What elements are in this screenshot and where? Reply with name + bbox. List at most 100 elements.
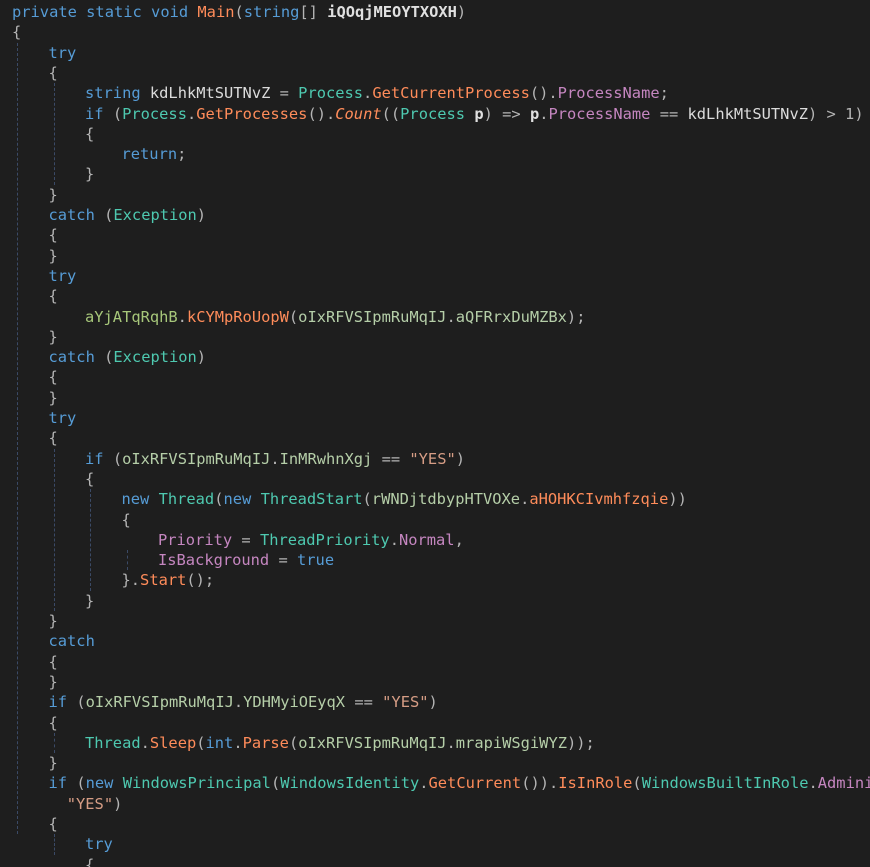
code-token: { (12, 23, 22, 42)
code-line: } (85, 164, 94, 184)
code-line: IsBackground = true (158, 550, 334, 570)
code-line: aYjATqRqhB.kCYMpRoUopW(oIxRFVSIpmRuMqIJ.… (85, 307, 585, 327)
code-token: == (345, 693, 383, 712)
code-token: ) => (483, 104, 530, 123)
code-token: ( (196, 733, 206, 752)
code-line: { (49, 814, 58, 834)
code-token: ) (196, 348, 207, 367)
code-token: . (186, 104, 197, 123)
code-token: new (121, 490, 150, 509)
code-line: { (12, 22, 21, 42)
code-token: == (650, 104, 688, 123)
code-token: { (48, 226, 58, 245)
code-token: { (48, 63, 58, 82)
code-token: } (48, 185, 58, 204)
code-line: } (49, 185, 58, 205)
code-token: ) (113, 794, 123, 813)
code-token: return (121, 145, 178, 164)
code-token: catch (48, 206, 95, 224)
code-token: [] (299, 3, 328, 21)
code-token: , (454, 530, 464, 549)
code-token: . (446, 307, 456, 326)
code-token: ( (288, 733, 299, 752)
code-editor[interactable]: private static void Main(string[] iQOqjM… (0, 0, 870, 867)
code-line: { (49, 713, 58, 733)
code-line: { (49, 63, 58, 83)
code-token: } (48, 672, 58, 691)
code-token: ( (103, 449, 123, 468)
code-line: } (49, 753, 58, 773)
code-token: ( (94, 206, 114, 224)
code-token: . (363, 84, 373, 103)
code-token: . (389, 530, 399, 549)
code-line: } (49, 327, 58, 347)
code-token: = (232, 530, 260, 549)
code-token: "YES" (409, 449, 456, 468)
code-token: . (270, 449, 280, 468)
code-token: try (48, 409, 77, 427)
code-token: if (85, 449, 104, 468)
code-line: catch (Exception) (49, 205, 207, 225)
code-token: try (48, 266, 77, 285)
code-token: . (520, 490, 530, 509)
code-token: } (48, 246, 58, 265)
code-line: return; (122, 144, 187, 164)
code-token: { (48, 713, 58, 732)
code-token: Parse (242, 733, 289, 752)
indent-guide (126, 550, 128, 571)
code-token: ) (455, 449, 466, 468)
code-token: } (48, 754, 58, 773)
code-token: . (233, 693, 244, 712)
code-token: ( (67, 693, 86, 712)
code-token: oIxRFVSIpmRuMqIJ (298, 733, 447, 752)
code-token: ThreadPriority (259, 530, 390, 549)
indent-guide (53, 83, 55, 185)
code-token: ) > 1) (807, 104, 864, 123)
code-token: catch (48, 632, 95, 651)
code-token: { (48, 368, 58, 387)
code-token: { (48, 287, 58, 306)
code-token: ( (103, 104, 123, 123)
code-token: kCYMpRoUopW (186, 307, 289, 326)
code-line: } (49, 388, 58, 408)
code-token: . (539, 104, 549, 123)
code-token: . (233, 733, 243, 752)
code-line: Priority = ThreadPriority.Normal, (158, 530, 464, 550)
code-token: kdLhkMtSUTNvZ (149, 84, 271, 103)
code-token: YDHMyiOEyqX (243, 693, 346, 712)
code-line: new Thread(new ThreadStart(rWNDjtdbypHTV… (122, 489, 687, 509)
code-line: try (85, 834, 113, 854)
code-line: if (new WindowsPrincipal(WindowsIdentity… (49, 773, 870, 793)
code-line: try (49, 408, 77, 428)
code-token: = (269, 551, 298, 570)
code-token: == (372, 449, 410, 468)
code-token: WindowsBuiltInRole (641, 774, 809, 793)
code-token: Priority (158, 530, 233, 549)
code-token: ; (659, 84, 669, 103)
code-token: { (85, 124, 95, 143)
code-line: try (49, 43, 77, 63)
code-token: Thread (158, 490, 215, 509)
code-token: aQFRrxDuMZBx (455, 307, 567, 326)
code-token: ) (456, 3, 467, 21)
code-line: { (85, 469, 94, 489)
code-token: if (48, 774, 68, 793)
code-token: Normal (398, 530, 455, 549)
code-line: "YES") (67, 794, 123, 814)
code-line: private static void Main(string[] iQOqjM… (12, 2, 466, 22)
code-token: { (48, 815, 58, 833)
code-token: oIxRFVSIpmRuMqIJ (85, 693, 234, 712)
code-token: oIxRFVSIpmRuMqIJ (122, 449, 271, 468)
code-line: if (oIxRFVSIpmRuMqIJ.YDHMyiOEyqX == "YES… (49, 692, 438, 712)
code-token: )) (668, 490, 687, 509)
code-token: (( (381, 104, 401, 123)
code-token: rWNDjtdbypHTVOXe (371, 490, 521, 509)
code-token: kdLhkMtSUTNvZ (687, 104, 808, 123)
code-line: }.Start(); (122, 570, 215, 590)
code-token: Exception (113, 206, 197, 224)
